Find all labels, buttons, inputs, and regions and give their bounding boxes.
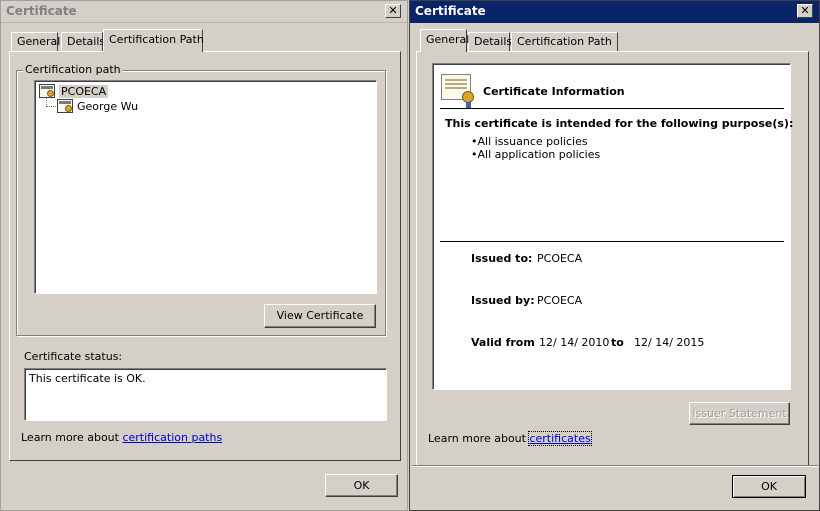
certificate-status-label: Certificate status:	[24, 350, 123, 363]
certification-paths-link[interactable]: certification paths	[122, 431, 222, 444]
certificate-icon	[39, 84, 55, 98]
tab-certification-path[interactable]: Certification Path	[103, 29, 204, 52]
learn-more-text: Learn more about certificates	[428, 431, 592, 446]
divider	[440, 241, 784, 242]
separator	[412, 465, 818, 467]
tree-connector	[46, 98, 56, 107]
title-bar[interactable]: Certificate ✕	[1, 1, 407, 23]
tree-node-label: PCOECA	[59, 84, 109, 98]
issued-to-label: Issued to:	[471, 252, 533, 265]
tab-details[interactable]: Details	[61, 32, 105, 51]
certificates-link[interactable]: certificates	[528, 431, 592, 446]
valid-to-label: to	[611, 336, 624, 349]
tree-node-root[interactable]: PCOECA	[39, 83, 109, 99]
tab-general[interactable]: General	[420, 29, 469, 52]
tab-details[interactable]: Details	[468, 32, 512, 51]
issued-to-value: PCOECA	[537, 252, 583, 265]
tree-node-child[interactable]: George Wu	[57, 98, 138, 114]
issued-by-value: PCOECA	[537, 294, 583, 307]
tree-node-label: George Wu	[77, 99, 139, 113]
tab-general[interactable]: General	[11, 32, 60, 51]
certificate-status-box: This certificate is OK.	[24, 368, 387, 421]
close-icon[interactable]: ✕	[385, 4, 401, 18]
ok-button[interactable]: OK	[325, 474, 398, 497]
close-icon[interactable]: ✕	[797, 4, 813, 18]
certificate-information-panel: Certificate Information This certificate…	[432, 63, 794, 390]
issuer-statement-button[interactable]: Issuer Statement	[689, 402, 790, 425]
learn-more-prefix: Learn more about	[21, 431, 123, 444]
divider	[440, 108, 784, 109]
window-title: Certificate	[415, 4, 486, 18]
learn-more-prefix: Learn more about	[428, 432, 530, 445]
title-bar[interactable]: Certificate ✕	[410, 1, 819, 23]
certificate-information-title: Certificate Information	[483, 85, 625, 98]
certification-path-tree[interactable]: PCOECA George Wu	[34, 80, 377, 294]
certificate-icon	[57, 99, 73, 113]
ok-button[interactable]: OK	[732, 475, 806, 498]
valid-from-value: 12/ 14/ 2010	[539, 336, 610, 349]
learn-more-text: Learn more about certification paths	[21, 431, 222, 444]
purpose-heading: This certificate is intended for the fol…	[445, 117, 794, 130]
purpose-list: All issuance policies All application po…	[471, 135, 601, 161]
certificate-status-text: This certificate is OK.	[29, 372, 146, 385]
window-title: Certificate	[6, 4, 77, 18]
group-label: Certification path	[23, 63, 123, 76]
tab-certification-path[interactable]: Certification Path	[511, 32, 618, 51]
purpose-item: All issuance policies	[471, 135, 600, 148]
valid-to-value: 12/ 14/ 2015	[634, 336, 705, 349]
valid-from-label: Valid from	[471, 336, 535, 349]
issued-by-label: Issued by:	[471, 294, 535, 307]
purpose-item: All application policies	[471, 148, 601, 161]
certificate-icon	[441, 74, 474, 109]
view-certificate-button[interactable]: View Certificate	[264, 304, 376, 328]
